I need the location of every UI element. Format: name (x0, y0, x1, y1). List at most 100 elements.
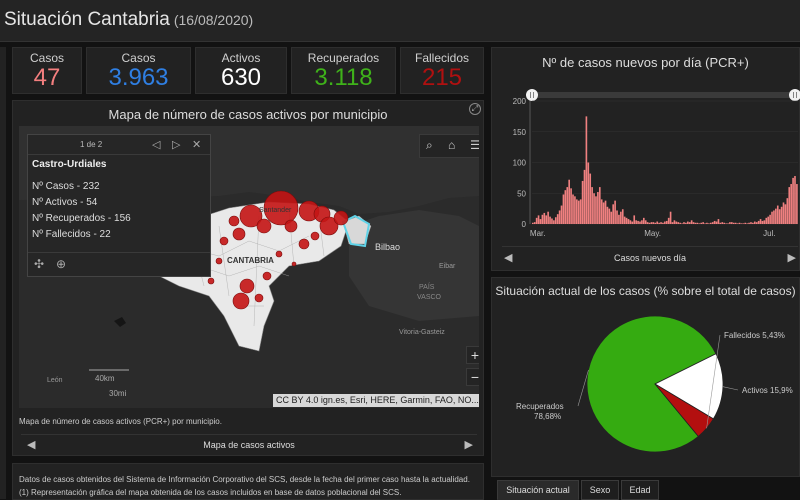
bar[interactable] (543, 212, 546, 224)
bar[interactable] (740, 223, 743, 224)
bar[interactable] (614, 200, 616, 224)
bar[interactable] (595, 196, 597, 224)
prev-icon[interactable]: ◁ (152, 138, 160, 151)
bar[interactable] (746, 223, 748, 224)
bar[interactable] (597, 192, 599, 224)
bar[interactable] (621, 209, 624, 224)
bar[interactable] (786, 198, 789, 224)
zoom-out-button[interactable]: − (466, 368, 479, 386)
bar[interactable] (692, 222, 695, 224)
bar[interactable] (604, 200, 607, 224)
bar[interactable] (547, 211, 549, 224)
bar[interactable] (572, 194, 574, 224)
bar[interactable] (629, 220, 632, 224)
bar[interactable] (683, 222, 685, 224)
bar[interactable] (698, 223, 701, 224)
bar[interactable] (556, 214, 559, 224)
bar[interactable] (639, 221, 641, 224)
bar[interactable] (532, 222, 534, 224)
bar[interactable] (665, 220, 668, 224)
bar[interactable] (654, 222, 657, 224)
bar[interactable] (794, 176, 796, 224)
bar[interactable] (620, 211, 622, 224)
bar[interactable] (767, 216, 770, 224)
bar[interactable] (690, 220, 693, 224)
bar[interactable] (769, 214, 771, 224)
map-view[interactable]: Santander CANTABRIA Bilbao Eibar PAÍS VA… (19, 126, 479, 408)
bar[interactable] (738, 222, 741, 224)
bar[interactable] (673, 220, 676, 224)
bar[interactable] (736, 223, 739, 224)
bar[interactable] (662, 222, 664, 224)
bar[interactable] (792, 177, 794, 225)
bar[interactable] (765, 217, 768, 224)
bar[interactable] (723, 222, 725, 224)
range-slider-left-handle[interactable] (526, 89, 538, 101)
bar-next-icon[interactable]: ▶ (788, 251, 796, 264)
bar[interactable] (631, 221, 634, 224)
bar[interactable] (545, 215, 548, 224)
bar[interactable] (535, 217, 538, 224)
bar[interactable] (776, 205, 779, 224)
bar[interactable] (589, 173, 592, 224)
bar[interactable] (600, 199, 603, 224)
zoom-in-button[interactable]: + (466, 346, 479, 364)
bar[interactable] (729, 222, 731, 224)
bar[interactable] (759, 219, 762, 224)
bar[interactable] (658, 222, 660, 224)
bar[interactable] (667, 217, 670, 224)
bar[interactable] (753, 221, 756, 224)
map-attribution[interactable]: CC BY 4.0 ign.es, Esri, HERE, Garmin, FA… (273, 394, 479, 407)
bar[interactable] (644, 220, 647, 224)
bar[interactable] (551, 218, 553, 224)
range-slider-right-handle[interactable] (789, 89, 800, 101)
bar[interactable] (687, 221, 689, 224)
bar[interactable] (553, 220, 555, 224)
bar[interactable] (715, 221, 718, 224)
bar[interactable] (587, 162, 590, 225)
bar[interactable] (541, 214, 544, 224)
bar[interactable] (752, 222, 754, 224)
bar[interactable] (681, 223, 683, 224)
bar[interactable] (650, 222, 653, 224)
bar[interactable] (708, 223, 710, 224)
bar[interactable] (685, 222, 687, 224)
bar[interactable] (696, 222, 699, 224)
bar[interactable] (648, 222, 651, 224)
pan-icon[interactable]: ✣ (34, 257, 44, 271)
bar[interactable] (725, 223, 727, 224)
bar[interactable] (606, 206, 609, 224)
search-icon[interactable]: ⌕ (426, 138, 433, 153)
bar[interactable] (732, 222, 735, 224)
bar[interactable] (593, 193, 595, 224)
bar[interactable] (675, 221, 678, 224)
bar[interactable] (694, 222, 697, 224)
bar[interactable] (549, 216, 551, 224)
bar[interactable] (612, 204, 614, 224)
bar[interactable] (773, 210, 775, 224)
bar[interactable] (711, 222, 714, 224)
bar[interactable] (533, 222, 536, 224)
bar[interactable] (562, 194, 565, 224)
bar[interactable] (731, 222, 733, 224)
bar[interactable] (757, 220, 760, 224)
bar[interactable] (585, 116, 588, 225)
bar[interactable] (671, 222, 674, 224)
bar[interactable] (750, 222, 752, 224)
bar[interactable] (537, 215, 540, 224)
bar[interactable] (577, 200, 580, 224)
bar[interactable] (706, 222, 708, 224)
bar[interactable] (642, 217, 645, 224)
bar[interactable] (669, 211, 672, 224)
bar[interactable] (719, 222, 722, 224)
bar[interactable] (570, 188, 572, 224)
bar[interactable] (677, 222, 680, 224)
bar[interactable] (641, 220, 643, 224)
bar[interactable] (717, 219, 720, 224)
bar[interactable] (761, 220, 764, 224)
bar[interactable] (566, 187, 569, 224)
bar[interactable] (560, 205, 563, 224)
home-icon[interactable]: ⌂ (448, 138, 455, 152)
map-next-icon[interactable]: ▶ (465, 438, 473, 451)
bar[interactable] (633, 215, 636, 224)
